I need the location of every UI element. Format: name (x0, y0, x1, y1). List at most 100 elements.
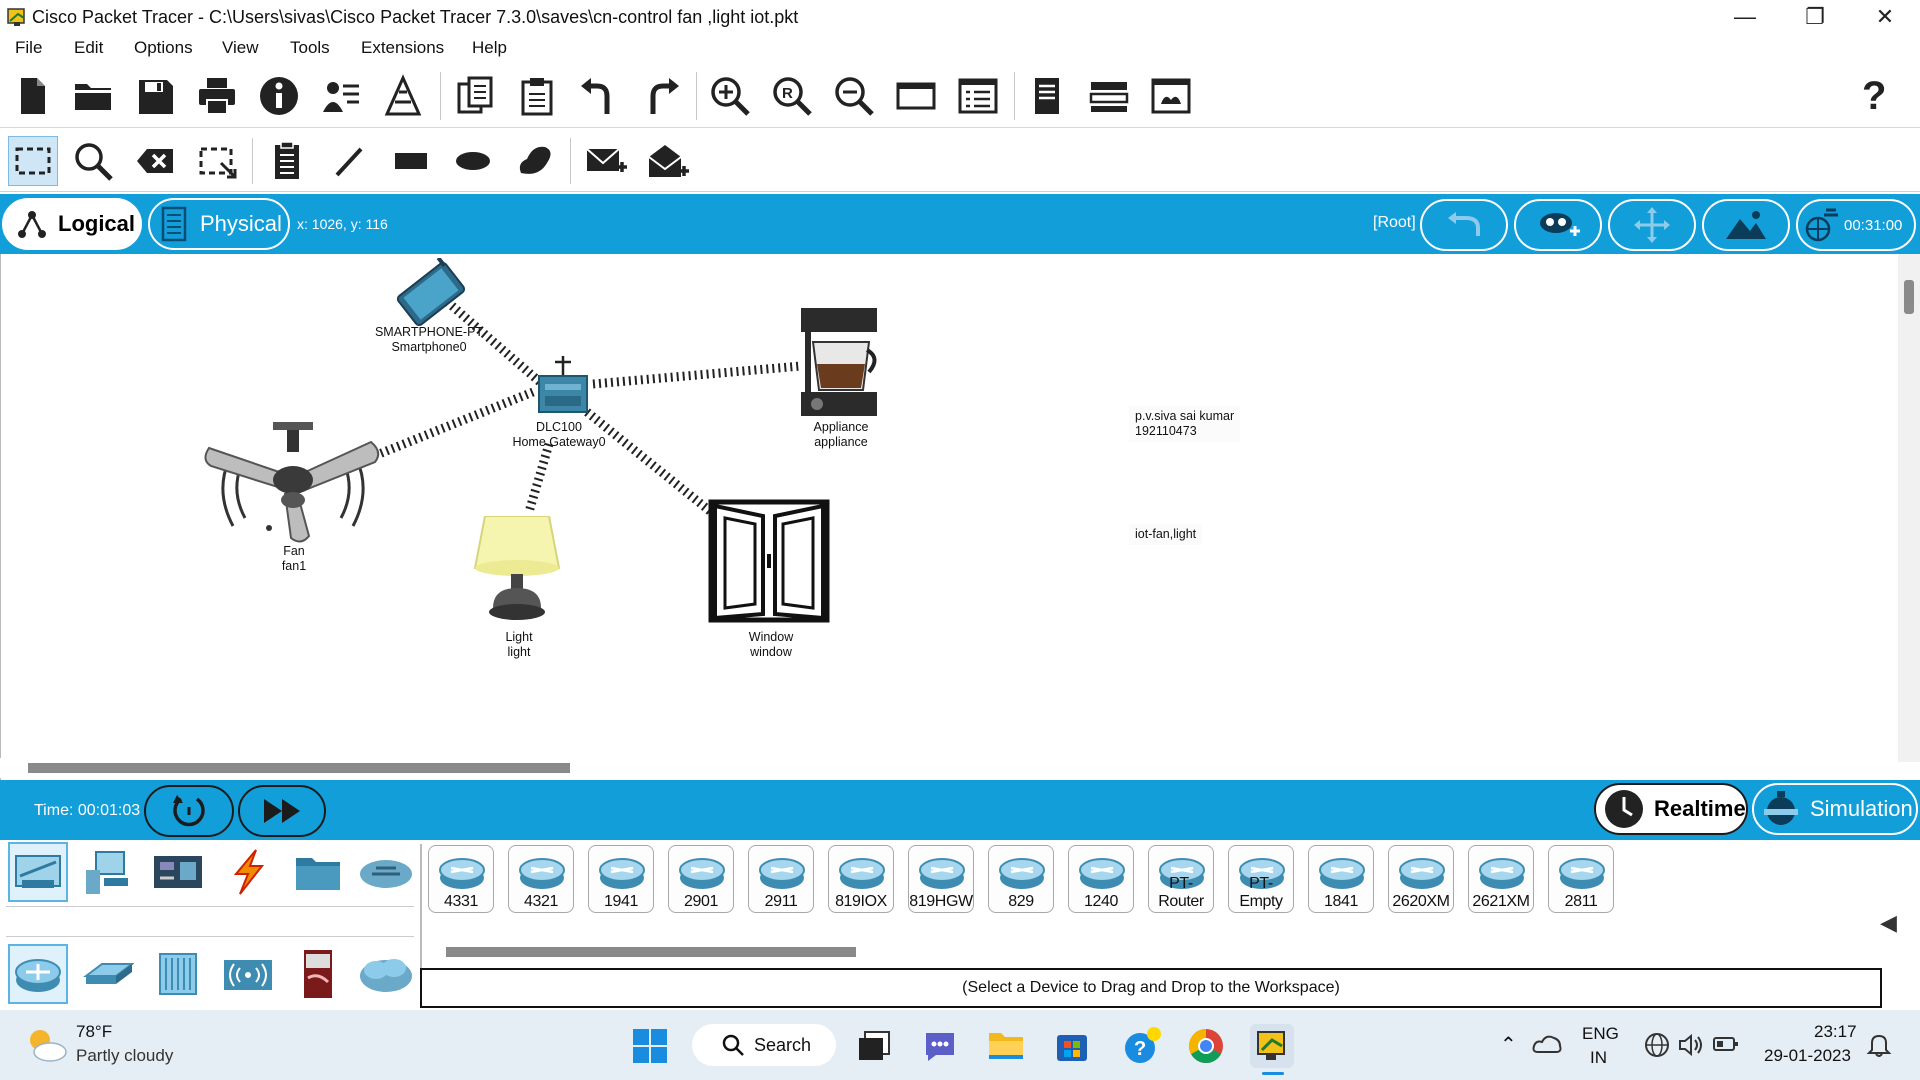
menu-view[interactable]: View (222, 38, 259, 58)
router-model-card[interactable]: 819IOX (828, 845, 894, 913)
screen-icon[interactable] (1146, 71, 1196, 121)
complex-pdu-icon[interactable] (642, 136, 692, 186)
router-model-card[interactable]: 4321 (508, 845, 574, 913)
model-list-scroll-thumb[interactable] (446, 947, 856, 957)
chrome-button[interactable] (1184, 1024, 1228, 1068)
clock-time[interactable]: 23:17 (1814, 1022, 1857, 1042)
connections-icon[interactable] (218, 842, 278, 902)
physical-tab[interactable]: Physical (148, 198, 290, 250)
zoom-reset-icon[interactable]: R (767, 71, 817, 121)
packet-tracer-taskbar-button[interactable] (1250, 1024, 1294, 1068)
select-icon[interactable] (8, 136, 58, 186)
router-model-card[interactable]: 1240 (1068, 845, 1134, 913)
move-object-button[interactable] (1608, 199, 1696, 251)
router-model-card[interactable]: 829 (988, 845, 1054, 913)
canvas-horizontal-scrollbar[interactable] (0, 758, 1898, 778)
microsoft-store-button[interactable] (1050, 1024, 1094, 1068)
back-button[interactable] (1420, 199, 1508, 251)
components-icon[interactable] (148, 842, 208, 902)
horizontal-scroll-thumb[interactable] (28, 763, 570, 773)
simulation-mode-tab[interactable]: Simulation (1752, 783, 1918, 835)
delete-icon[interactable] (130, 136, 180, 186)
ellipse-icon[interactable] (448, 136, 498, 186)
author-note[interactable]: p.v.siva sai kumar 192110473 (1129, 406, 1241, 442)
router-model-card[interactable]: 4331 (428, 845, 494, 913)
logical-workspace-canvas[interactable]: SMARTPHONE-PT Smartphone0 DLC100 Home Ga… (0, 254, 1920, 780)
wan-emulation-icon[interactable] (356, 944, 416, 1004)
multiuser-icon[interactable] (356, 842, 416, 902)
new-cluster-button[interactable] (1514, 199, 1602, 251)
canvas-vertical-scrollbar[interactable] (1898, 254, 1920, 762)
smartphone-device-icon[interactable] (383, 258, 479, 330)
weather-description[interactable]: Partly cloudy (76, 1046, 173, 1066)
activity-wizard-icon[interactable] (316, 71, 366, 121)
network-devices-icon[interactable] (8, 842, 68, 902)
router-model-card[interactable]: 2901 (668, 845, 734, 913)
set-background-button[interactable] (1702, 199, 1790, 251)
teams-chat-button[interactable] (918, 1024, 962, 1068)
language-code[interactable]: ENG (1582, 1024, 1619, 1044)
copy-icon[interactable] (450, 71, 500, 121)
router-model-card[interactable]: 2620XM (1388, 845, 1454, 913)
language-region[interactable]: IN (1590, 1048, 1607, 1068)
line-icon[interactable] (324, 136, 374, 186)
viewport-time-button[interactable]: 00:31:00 (1796, 199, 1916, 251)
menu-options[interactable]: Options (134, 38, 193, 58)
volume-icon[interactable] (1678, 1032, 1704, 1058)
topic-note[interactable]: iot-fan,light (1129, 524, 1203, 545)
maximize-button[interactable]: ❐ (1780, 0, 1850, 34)
router-model-card[interactable]: PT-Empty (1228, 845, 1294, 913)
simple-pdu-icon[interactable] (580, 136, 630, 186)
taskbar-search[interactable]: Search (692, 1024, 836, 1066)
collapse-panel-arrow-icon[interactable]: ◀ (1880, 910, 1897, 936)
open-folder-icon[interactable] (68, 71, 118, 121)
drawing-palette-icon[interactable] (891, 71, 941, 121)
network-info-icon[interactable] (378, 71, 428, 121)
switches-icon[interactable] (78, 944, 138, 1004)
router-model-card[interactable]: 2911 (748, 845, 814, 913)
minimize-button[interactable]: — (1710, 0, 1780, 34)
show-hidden-icons-chevron-icon[interactable]: ⌃ (1500, 1032, 1517, 1057)
notification-bell-icon[interactable] (1866, 1032, 1892, 1058)
home-gateway-device-icon[interactable] (533, 354, 593, 420)
menu-extensions[interactable]: Extensions (361, 38, 444, 58)
router-model-card[interactable]: 1941 (588, 845, 654, 913)
clock-date[interactable]: 29-01-2023 (1764, 1046, 1851, 1066)
power-cycle-button[interactable] (144, 785, 234, 837)
zoom-out-icon[interactable] (829, 71, 879, 121)
cluster-icon[interactable] (1084, 71, 1134, 121)
router-model-card[interactable]: 1841 (1308, 845, 1374, 913)
root-breadcrumb[interactable]: [Root] (1373, 214, 1416, 232)
menu-tools[interactable]: Tools (290, 38, 330, 58)
battery-icon[interactable] (1712, 1034, 1740, 1054)
note-icon[interactable] (262, 136, 312, 186)
router-model-card[interactable]: 2621XM (1468, 845, 1534, 913)
menu-edit[interactable]: Edit (74, 38, 103, 58)
save-icon[interactable] (130, 71, 180, 121)
miscellaneous-icon[interactable] (288, 842, 348, 902)
light-device-icon[interactable] (467, 516, 567, 626)
undo-icon[interactable] (574, 71, 624, 121)
menu-help[interactable]: Help (472, 38, 507, 58)
inspect-icon[interactable] (68, 136, 118, 186)
hubs-icon[interactable] (148, 944, 208, 1004)
custom-devices-icon[interactable] (953, 71, 1003, 121)
rectangle-icon[interactable] (386, 136, 436, 186)
start-button[interactable] (628, 1024, 672, 1068)
logical-tab[interactable]: Logical (2, 198, 142, 250)
new-file-icon[interactable] (8, 71, 58, 121)
print-icon[interactable] (192, 71, 242, 121)
task-view-button[interactable] (852, 1024, 896, 1068)
window-device-icon[interactable] (707, 498, 831, 624)
info-icon[interactable] (254, 71, 304, 121)
fast-forward-button[interactable] (238, 785, 326, 837)
routers-icon[interactable] (8, 944, 68, 1004)
close-button[interactable]: ✕ (1850, 0, 1920, 34)
vertical-scroll-thumb[interactable] (1904, 280, 1914, 314)
router-model-card[interactable]: 2811 (1548, 845, 1614, 913)
realtime-mode-tab[interactable]: Realtime (1594, 783, 1748, 835)
redo-icon[interactable] (636, 71, 686, 121)
security-icon[interactable] (288, 944, 348, 1004)
paste-icon[interactable] (512, 71, 562, 121)
router-model-card[interactable]: PT-Router (1148, 845, 1214, 913)
